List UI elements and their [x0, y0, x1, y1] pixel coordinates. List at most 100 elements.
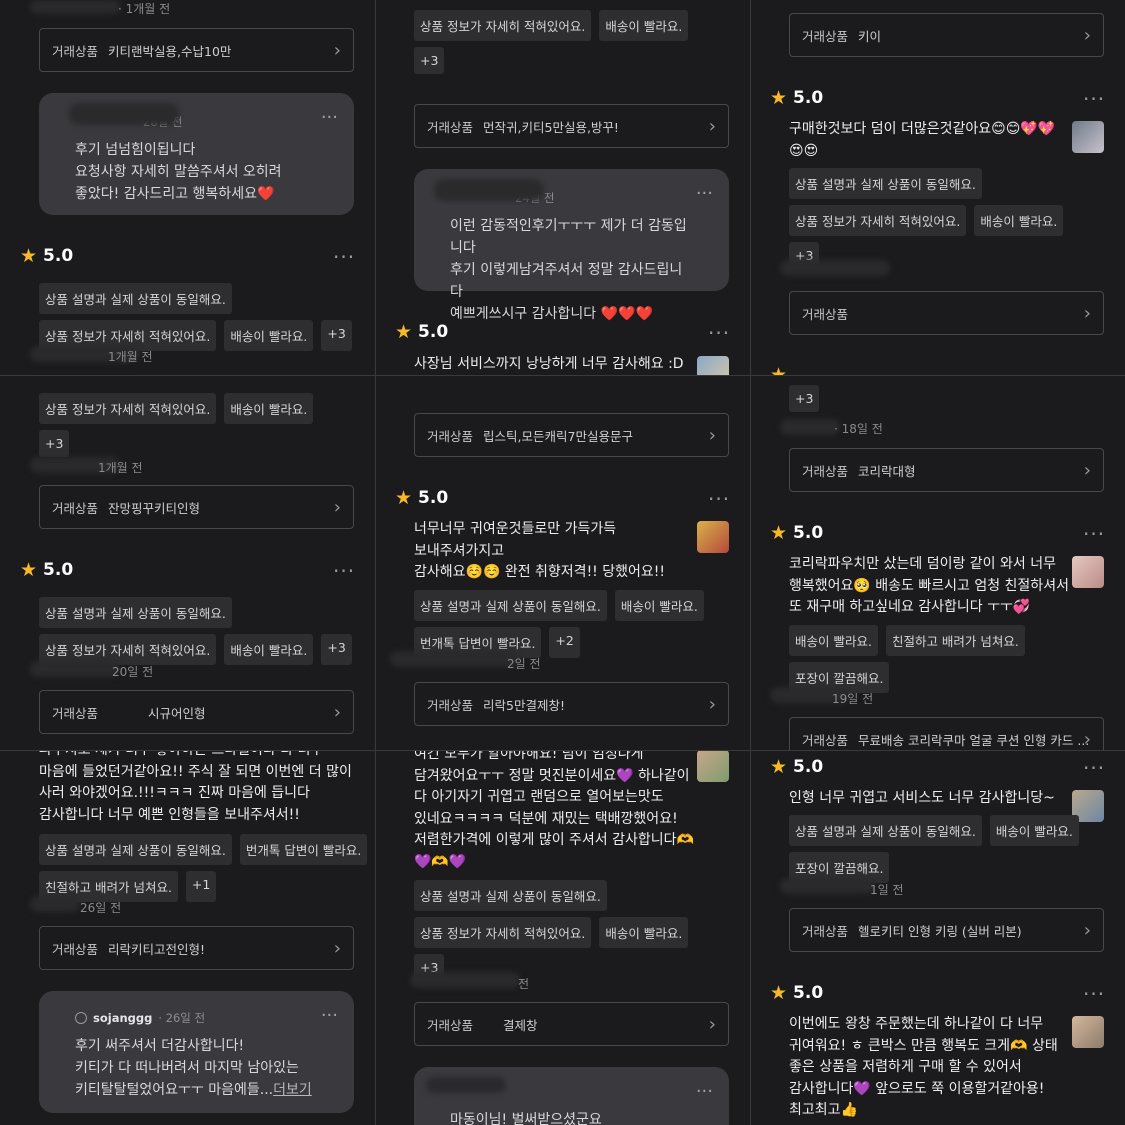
reply-line: 후기 넘넘힘이됩니다	[75, 142, 196, 158]
more-options-icon[interactable]: ···	[333, 561, 355, 581]
tag: 상품 정보가 자세히 적혀있어요.	[39, 393, 217, 424]
chevron-right-icon: ›	[1083, 920, 1091, 941]
tag: 상품 정보가 자세히 적혀있어요.	[789, 205, 967, 236]
review-line: 코리락파우치만 샀는데 덤이랑 같이 와서 너무	[789, 556, 1056, 572]
chevron-right-icon: ›	[333, 40, 341, 61]
review-date: 1일 전	[870, 883, 904, 897]
tag: 상품 설명과 실제 상품이 동일해요.	[789, 168, 982, 199]
product-label: 거래상품	[802, 28, 849, 44]
rating-value: 5.0	[43, 246, 74, 266]
product-link[interactable]: 거래상품 ›	[789, 291, 1104, 335]
review-photo[interactable]	[697, 750, 729, 782]
rating-value: 5.0	[418, 488, 449, 508]
review-photo[interactable]	[697, 356, 729, 375]
review-photo[interactable]	[697, 521, 729, 553]
tag-more[interactable]: +3	[414, 47, 445, 74]
product-name: 키티랜박실용,수납10만	[108, 43, 232, 59]
cell-5: 거래상품 립스틱,모든캐릭7만실용문구 › ★ 5.0 ··· 너무너무 귀여운…	[375, 375, 750, 750]
product-link[interactable]: 거래상품 코리락대형 ›	[789, 448, 1104, 492]
review-line: 저렴한가격에 이렇게 많이 주셔서 감사합니다🫶	[414, 832, 694, 848]
review-line: 감사해요☺️☺️ 완전 취향저격!! 당했어요!!	[414, 564, 665, 580]
tag-list: 상품 설명과 실제 상품이 동일해요. 배송이 빨라요. 번개톡 답변이 빨라요…	[414, 590, 704, 658]
rating: ★ 5.0	[770, 983, 823, 1003]
product-link[interactable]: 거래상품 립스틱,모든캐릭7만실용문구 ›	[414, 413, 729, 457]
product-link[interactable]: 거래상품 먼작귀,키티5만실용,방꾸! ›	[414, 104, 729, 148]
product-link[interactable]: 거래상품 키티랜박실용,수납10만 ›	[39, 28, 354, 72]
product-label: 거래상품	[802, 306, 849, 322]
cell-2: 상품 정보가 자세히 적혀있어요. 배송이 빨라요. +3 거래상품 먼작귀,키…	[375, 0, 750, 375]
rating: ★ 5.0	[770, 523, 823, 543]
product-label: 거래상품	[52, 705, 99, 721]
review-date: · 18일 전	[834, 422, 883, 436]
tag: 배송이 빨라요.	[224, 320, 314, 351]
product-link[interactable]: 거래상품 키이 ›	[789, 13, 1104, 57]
cell-6: +3 · 18일 전 거래상품 코리락대형 › ★ 5.0 ··· 코리락파우치…	[750, 375, 1125, 750]
product-link[interactable]: 거래상품 무료배송 코리락쿠마 얼굴 쿠션 인형 카드 ... ›	[789, 717, 1104, 750]
star-icon: ★	[770, 981, 788, 1004]
chevron-right-icon: ›	[708, 425, 716, 446]
product-link[interactable]: 거래상품 결제창 ›	[414, 1002, 729, 1046]
chevron-right-icon: ›	[1083, 25, 1091, 46]
more-options-icon[interactable]: ···	[321, 107, 338, 129]
rating-value: 5.0	[793, 983, 824, 1003]
chevron-right-icon: ›	[708, 694, 716, 715]
more-options-icon[interactable]: ···	[1083, 758, 1105, 778]
product-label: 거래상품	[427, 697, 474, 713]
more-options-icon[interactable]: ···	[708, 323, 730, 343]
tag-list: 상품 정보가 자세히 적혀있어요. 배송이 빨라요. +3	[414, 10, 689, 74]
rating: ★ 5.0	[395, 488, 448, 508]
review-line: 있네요ㅋㅋㅋㅋ 덕분에 재밌는 택배깡했어요!	[414, 810, 678, 827]
tag-more[interactable]: +3	[789, 385, 820, 412]
reply-line: 좋았다! 감사드리고 행복하세요❤️	[75, 186, 275, 202]
product-link[interactable]: 거래상품 잔망핑꾸키티인형 ›	[39, 485, 354, 529]
rating: ★ 5.0	[770, 757, 823, 777]
tag-more[interactable]: +3	[321, 634, 352, 665]
chevron-right-icon: ›	[1083, 729, 1091, 750]
tag: 상품 설명과 실제 상품이 동일해요.	[39, 597, 232, 628]
tag: 번개톡 답변이 빨라요.	[239, 834, 368, 865]
product-link[interactable]: 거래상품 헬로키티 인형 키링 (실버 리본) ›	[789, 908, 1104, 952]
tag: 상품 정보가 자세히 적혀있어요.	[414, 917, 592, 948]
review-line: 너무너무 귀여운것들로만 가득가득	[414, 521, 617, 537]
product-link[interactable]: 거래상품 리락5만결제창! ›	[414, 682, 729, 726]
cell-3: 거래상품 키이 › ★ 5.0 ··· 구매한것보다 덤이 더많은것같아요😊😊💖…	[750, 0, 1125, 375]
reply-line: 후기 이렇게남겨주셔서 정말 감사드립니다	[450, 262, 683, 300]
read-more-link[interactable]: 더보기	[273, 1082, 312, 1098]
tag-more[interactable]: +1	[185, 871, 217, 902]
tag-more[interactable]: +3	[321, 320, 352, 351]
review-date: 1개월 전	[108, 350, 153, 364]
more-options-icon[interactable]: ···	[1083, 984, 1105, 1004]
tag-list: +3	[789, 385, 820, 412]
cell-7: 파우치도 제가 너무 좋아하는 스타일이라 다 너무 마음에 들었던거같아요!!…	[0, 750, 375, 1125]
star-icon: ★	[770, 755, 788, 778]
review-date: 19일 전	[832, 692, 874, 706]
review-line: 담겨왔어요ㅜㅜ 정말 멋진분이세요💜 하나같이	[414, 767, 690, 784]
review-photo[interactable]	[1072, 121, 1104, 153]
more-options-icon[interactable]: ···	[1083, 524, 1105, 544]
more-options-icon[interactable]: ···	[333, 247, 355, 267]
chevron-right-icon: ›	[1083, 460, 1091, 481]
review-line: 또 재구매 하고싶네요 감사합니다 ㅜㅜ💞	[789, 599, 1031, 615]
tag-more[interactable]: +2	[549, 627, 580, 658]
product-link[interactable]: 거래상품 시규어인형 ›	[39, 690, 354, 734]
star-icon: ★	[770, 364, 788, 376]
review-line: 감사합니다 너무 예쁜 인형들을 보내주셔서!!	[39, 806, 300, 823]
more-options-icon[interactable]: ···	[708, 489, 730, 509]
tag-list: 상품 설명과 실제 상품이 동일해요. 상품 정보가 자세히 적혀있어요. 배송…	[39, 283, 352, 351]
tag-list: 상품 설명과 실제 상품이 동일해요. 번개톡 답변이 빨라요. 친절하고 배려…	[39, 834, 368, 902]
more-options-icon[interactable]: ···	[321, 1005, 338, 1027]
product-name: 먼작귀,키티5만실용,방꾸!	[483, 119, 619, 135]
rating-value: 5.0	[793, 757, 824, 777]
divider	[750, 0, 751, 1125]
product-name: 립스틱,모든캐릭7만실용문구	[483, 428, 633, 444]
review-photo[interactable]	[1072, 556, 1104, 588]
product-link[interactable]: 거래상품 리락키티고전인형! ›	[39, 926, 354, 970]
chevron-right-icon: ›	[1083, 303, 1091, 324]
rating-value: 5.0	[793, 88, 824, 108]
more-options-icon[interactable]: ···	[1083, 89, 1105, 109]
tag-more[interactable]: +3	[39, 430, 70, 457]
more-options-icon[interactable]: ···	[696, 1081, 713, 1103]
review-photo[interactable]	[1072, 1016, 1104, 1048]
more-options-icon[interactable]: ···	[696, 183, 713, 205]
review-date: 1개월 전	[98, 461, 143, 475]
